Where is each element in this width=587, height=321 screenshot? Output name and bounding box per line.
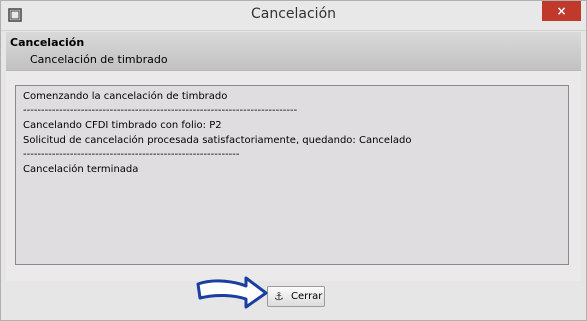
header-title: Cancelación bbox=[10, 36, 85, 49]
dialog-window: Cancelación × Cancelación Cancelación de… bbox=[0, 0, 587, 321]
log-output[interactable]: Comenzando la cancelación de timbrado --… bbox=[15, 85, 569, 265]
log-line: Solicitud de cancelación procesada satis… bbox=[23, 135, 412, 146]
log-line: Cancelación terminada bbox=[23, 164, 139, 175]
log-line: Cancelando CFDI timbrado con folio: P2 bbox=[23, 120, 222, 131]
window-title: Cancelación bbox=[250, 6, 337, 22]
window-close-button[interactable]: × bbox=[542, 1, 581, 21]
title-bar[interactable]: Cancelación × bbox=[1, 1, 586, 31]
dialog-footer: ⚓ Cerrar bbox=[6, 281, 581, 317]
close-button[interactable]: ⚓ Cerrar bbox=[267, 286, 325, 307]
close-button-label: Cerrar bbox=[291, 291, 323, 302]
log-line: Comenzando la cancelación de timbrado bbox=[23, 91, 228, 102]
header-subtitle: Cancelación de timbrado bbox=[30, 53, 168, 66]
anchor-icon: ⚓ bbox=[274, 290, 284, 303]
log-separator: ----------------------------------------… bbox=[23, 105, 298, 116]
log-separator: ----------------------------------------… bbox=[23, 149, 240, 160]
dialog-content: Comenzando la cancelación de timbrado --… bbox=[6, 71, 581, 281]
dialog-header: Cancelación Cancelación de timbrado bbox=[6, 32, 581, 71]
pointer-arrow-icon bbox=[196, 276, 268, 309]
